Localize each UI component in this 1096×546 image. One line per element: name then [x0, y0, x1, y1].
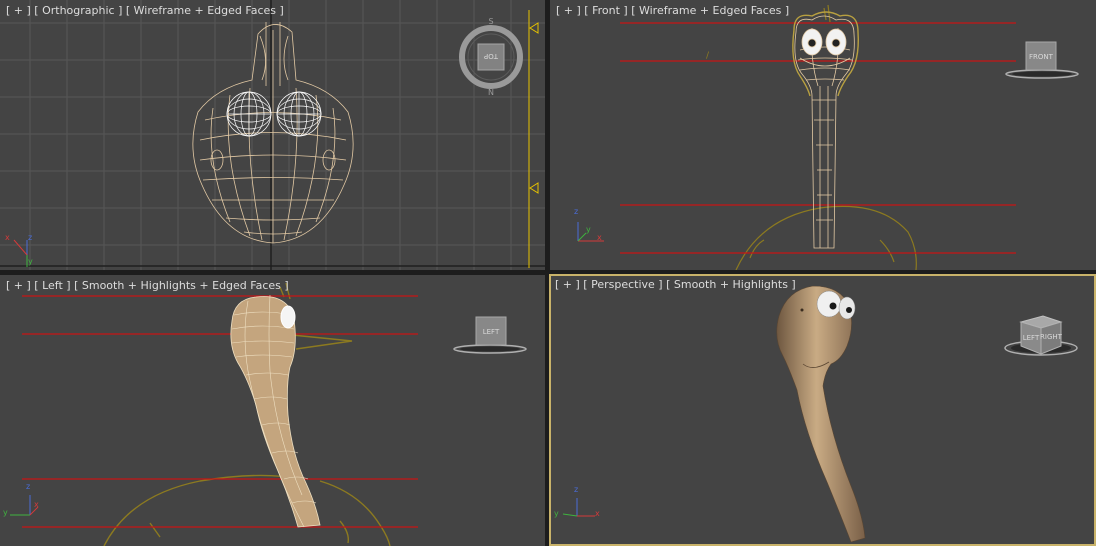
viewcube-perspective[interactable]: LEFT RIGHT — [1004, 315, 1078, 356]
orthographic-scene: TOP S N z x y — [0, 0, 545, 270]
left-scene: LEFT z y x — [3, 282, 527, 546]
svg-text:z: z — [574, 207, 578, 216]
svg-text:/: / — [706, 51, 710, 61]
axis-tripod-front: z x y — [574, 207, 604, 242]
viewport-menu-button[interactable]: [ + ] — [555, 278, 580, 291]
viewcube-perspective-right-label: RIGHT — [1040, 333, 1063, 341]
perspective-scene: LEFT RIGHT z x y — [554, 285, 1078, 543]
viewcube-perspective-left-label: LEFT — [1023, 334, 1040, 342]
svg-text:y: y — [586, 225, 591, 234]
axis-tripod-perspective: z x y — [554, 485, 600, 518]
svg-text:z: z — [28, 233, 32, 242]
shading-mode-menu[interactable]: [ Smooth + Highlights ] — [666, 278, 796, 291]
svg-text:x: x — [34, 500, 39, 509]
view-type-menu[interactable]: [ Orthographic ] — [34, 4, 122, 17]
head-shaded-perspective — [776, 285, 866, 543]
axis-tripod-left: z y x — [3, 482, 39, 517]
shading-mode-menu[interactable]: [ Wireframe + Edged Faces ] — [631, 4, 789, 17]
shading-mode-menu[interactable]: [ Smooth + Highlights + Edged Faces ] — [74, 279, 289, 292]
svg-text:z: z — [574, 485, 578, 494]
viewcube-top-label: TOP — [484, 52, 499, 60]
svg-text:z: z — [26, 482, 30, 491]
viewport-perspective[interactable]: LEFT RIGHT z x y [ + ] [ Perspective ] [… — [549, 274, 1096, 546]
viewport-label-perspective: [ + ] [ Perspective ] [ Smooth + Highlig… — [555, 278, 796, 291]
eyes-front — [801, 28, 847, 56]
head-wireframe-top — [192, 22, 354, 244]
eye-wireframe-right — [276, 91, 322, 137]
head-outline-front — [792, 11, 859, 97]
front-scene: / FRONT z x y — [574, 4, 1079, 270]
svg-text:S: S — [488, 17, 493, 26]
viewport-label-left: [ + ] [ Left ] [ Smooth + Highlights + E… — [6, 279, 289, 292]
head-wireframe-front — [794, 15, 855, 249]
svg-text:x: x — [595, 509, 600, 518]
svg-text:x: x — [597, 233, 602, 242]
view-type-menu[interactable]: [ Perspective ] — [583, 278, 662, 291]
viewport-menu-button[interactable]: [ + ] — [556, 4, 581, 17]
viewport-menu-button[interactable]: [ + ] — [6, 4, 31, 17]
viewcube-left-label: LEFT — [483, 328, 500, 336]
viewport-left[interactable]: LEFT z y x [ + ] [ Left ] [ Smooth + Hig… — [0, 275, 545, 546]
viewcube-front-label: FRONT — [1029, 53, 1054, 61]
viewcube-front[interactable]: FRONT — [1005, 41, 1079, 79]
shading-mode-menu[interactable]: [ Wireframe + Edged Faces ] — [126, 4, 284, 17]
svg-text:N: N — [488, 88, 494, 97]
axis-tripod-orthographic: z x y — [5, 233, 33, 267]
svg-text:y: y — [3, 508, 8, 517]
viewport-orthographic[interactable]: TOP S N z x y [ + ] [ Orthographic ] [ W… — [0, 0, 545, 270]
viewport-front[interactable]: / FRONT z x y [ + ] [ Front ] [ Wirefram… — [550, 0, 1096, 270]
view-type-menu[interactable]: [ Left ] — [34, 279, 70, 292]
viewport-label-front: [ + ] [ Front ] [ Wireframe + Edged Face… — [556, 4, 789, 17]
svg-text:y: y — [28, 257, 33, 266]
viewport-menu-button[interactable]: [ + ] — [6, 279, 31, 292]
eye-wireframe-left — [226, 91, 272, 137]
svg-text:y: y — [554, 509, 559, 518]
viewport-label-orthographic: [ + ] [ Orthographic ] [ Wireframe + Edg… — [6, 4, 284, 17]
view-type-menu[interactable]: [ Front ] — [584, 4, 627, 17]
viewcube-left[interactable]: LEFT — [453, 316, 527, 354]
svg-text:x: x — [5, 233, 10, 242]
head-shaded-left — [230, 294, 321, 528]
